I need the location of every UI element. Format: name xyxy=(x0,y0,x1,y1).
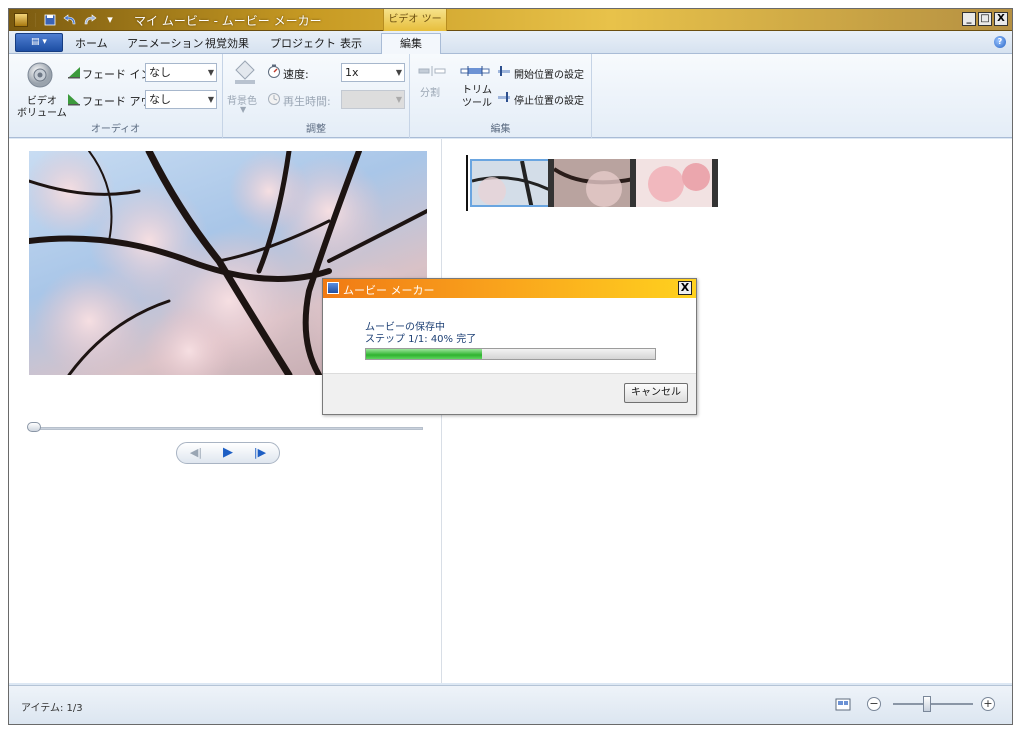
trim-tool-icon[interactable] xyxy=(460,64,490,78)
duration-label: 再生時間: xyxy=(283,95,331,108)
maximize-button[interactable]: □ xyxy=(978,12,992,26)
duration-icon xyxy=(267,92,281,106)
zoom-thumb[interactable] xyxy=(923,696,931,712)
redo-icon[interactable] xyxy=(82,12,98,28)
audio-group: ビデオ ボリューム フェード イン: なし ▼ フェード アウト: なし ▼ オ… xyxy=(9,54,223,138)
chevron-down-icon: ▼ xyxy=(395,95,402,104)
audio-group-label: オーディオ xyxy=(90,124,141,135)
dialog-title: ムービー メーカー xyxy=(343,284,435,297)
zoom-out-icon[interactable]: − xyxy=(867,697,881,711)
window-title: マイ ムービー - ムービー メーカー xyxy=(134,14,322,28)
customize-qat-icon[interactable]: ▾ xyxy=(102,12,118,28)
window-controls: _ □ X xyxy=(960,12,1008,26)
background-color-icon[interactable] xyxy=(231,58,259,86)
edit-group: 分割 トリム ツール 開始位置の設定 停止位置の設定 編集 xyxy=(410,54,592,138)
speed-label: 速度: xyxy=(283,68,309,81)
application-menu-button[interactable]: ▤ ▾ xyxy=(15,33,63,52)
seek-thumb[interactable] xyxy=(27,422,41,432)
chevron-down-icon: ▼ xyxy=(207,68,214,77)
speaker-icon[interactable] xyxy=(25,60,55,90)
fade-out-value: なし xyxy=(149,93,171,106)
close-button[interactable]: X xyxy=(994,12,1008,26)
save-progress-dialog: ムービー メーカー X ムービーの保存中 ステップ 1/1: 40% 完了 キャ… xyxy=(322,278,697,415)
zoom-in-icon[interactable]: + xyxy=(981,697,995,711)
title-bar: ▾ マイ ムービー - ムービー メーカー ビデオ ツール _ □ X xyxy=(9,9,1012,47)
dialog-close-button[interactable]: X xyxy=(678,281,692,295)
edit-group-label: 編集 xyxy=(490,124,511,135)
set-start-icon xyxy=(498,66,510,76)
quick-access-toolbar: ▾ xyxy=(13,12,122,28)
step-status: ステップ 1/1: 40% 完了 xyxy=(365,334,477,345)
clip-2[interactable] xyxy=(554,159,634,207)
fade-out-select[interactable]: なし ▼ xyxy=(145,90,217,109)
minimize-button[interactable]: _ xyxy=(962,12,976,26)
split-button[interactable]: 分割 xyxy=(420,84,440,99)
undo-icon[interactable] xyxy=(62,12,78,28)
cancel-button[interactable]: キャンセル xyxy=(624,383,688,403)
fade-in-value: なし xyxy=(149,66,171,79)
play-icon[interactable]: ▶ xyxy=(213,445,243,461)
split-icon[interactable] xyxy=(418,64,446,78)
seek-bar[interactable] xyxy=(31,427,423,430)
tab-view[interactable]: 表示 xyxy=(332,34,370,54)
dialog-body: ムービーの保存中 ステップ 1/1: 40% 完了 xyxy=(323,298,696,374)
ribbon: ビデオ ボリューム フェード イン: なし ▼ フェード アウト: なし ▼ オ… xyxy=(9,54,1012,138)
tab-edit[interactable]: 編集 xyxy=(381,33,441,55)
speed-select[interactable]: 1x ▼ xyxy=(341,63,405,82)
fade-in-select[interactable]: なし ▼ xyxy=(145,63,217,82)
status-bar: アイテム: 1/3 − + xyxy=(9,685,1012,724)
video-volume-button[interactable]: ビデオ ボリューム xyxy=(17,96,67,120)
save-icon[interactable] xyxy=(42,12,58,28)
adjust-group-label: 調整 xyxy=(306,124,326,135)
item-count: アイテム: 1/3 xyxy=(21,703,83,714)
app-icon[interactable] xyxy=(13,12,29,28)
thumbnail-size-icon[interactable] xyxy=(835,697,851,711)
dialog-title-bar: ムービー メーカー X xyxy=(323,279,696,298)
tab-visual-effects[interactable]: 視覚効果 xyxy=(197,34,257,54)
speed-value: 1x xyxy=(345,66,359,79)
adjust-group: 背景色 ▼ 速度: 1x ▼ 再生時間: ▼ 調整 xyxy=(223,54,410,138)
video-tools-context-label: ビデオ ツール xyxy=(383,9,447,47)
set-end-button[interactable]: 停止位置の設定 xyxy=(514,92,584,107)
tab-home[interactable]: ホーム xyxy=(67,34,116,54)
storyboard-playhead[interactable] xyxy=(466,155,468,211)
previous-frame-icon[interactable]: ◀| xyxy=(181,445,211,461)
set-end-icon xyxy=(498,92,510,102)
next-frame-icon[interactable]: |▶ xyxy=(245,445,275,461)
help-icon[interactable]: ? xyxy=(994,36,1006,48)
clip-1[interactable] xyxy=(470,159,550,207)
playback-controls: ◀| ▶ |▶ xyxy=(176,442,280,464)
chevron-down-icon: ▼ xyxy=(240,105,247,114)
qat-separator xyxy=(35,13,36,27)
chevron-down-icon: ▼ xyxy=(207,95,214,104)
clip-3[interactable] xyxy=(636,159,718,207)
zoom-slider[interactable] xyxy=(893,703,973,705)
movie-maker-icon xyxy=(327,282,339,294)
chevron-down-icon: ▼ xyxy=(395,68,402,77)
fade-out-icon xyxy=(67,92,81,106)
save-progress-bar xyxy=(365,348,656,360)
ribbon-tab-bar: ▤ ▾ ホーム アニメーション 視覚効果 プロジェクト 表示 編集 ? xyxy=(9,31,1012,55)
fade-in-icon xyxy=(67,65,81,79)
save-progress-fill xyxy=(366,349,482,359)
speed-icon xyxy=(267,64,281,78)
trim-tool-button[interactable]: トリム ツール xyxy=(462,84,492,110)
duration-select[interactable]: ▼ xyxy=(341,90,405,109)
set-start-button[interactable]: 開始位置の設定 xyxy=(514,66,584,81)
